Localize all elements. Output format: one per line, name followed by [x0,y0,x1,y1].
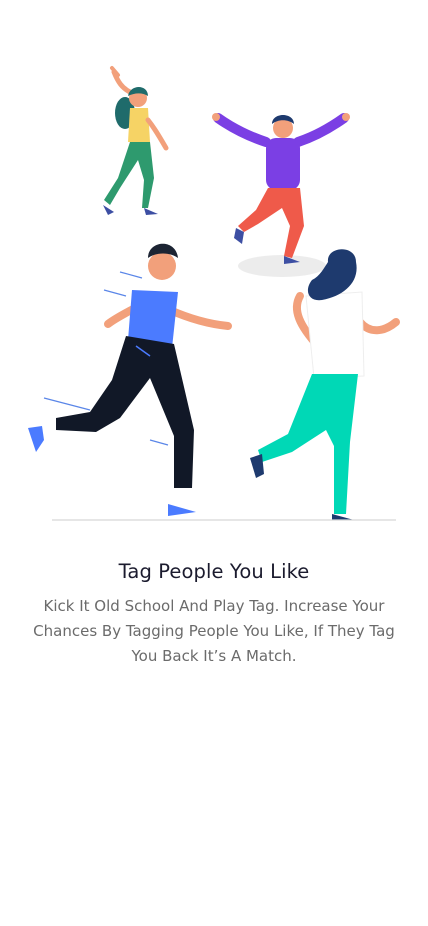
man-running-figure [28,243,232,516]
onboarding-title: Tag People You Like [118,560,310,583]
man-cheering-figure [212,113,350,277]
woman-waving-figure [103,66,169,215]
onboarding-description: Kick It Old School And Play Tag. Increas… [33,597,395,665]
woman-running-figure [250,249,400,520]
onboarding-screen: Tag People You Like Kick It Old School A… [0,0,428,926]
people-playing-tag-illustration [28,66,400,521]
